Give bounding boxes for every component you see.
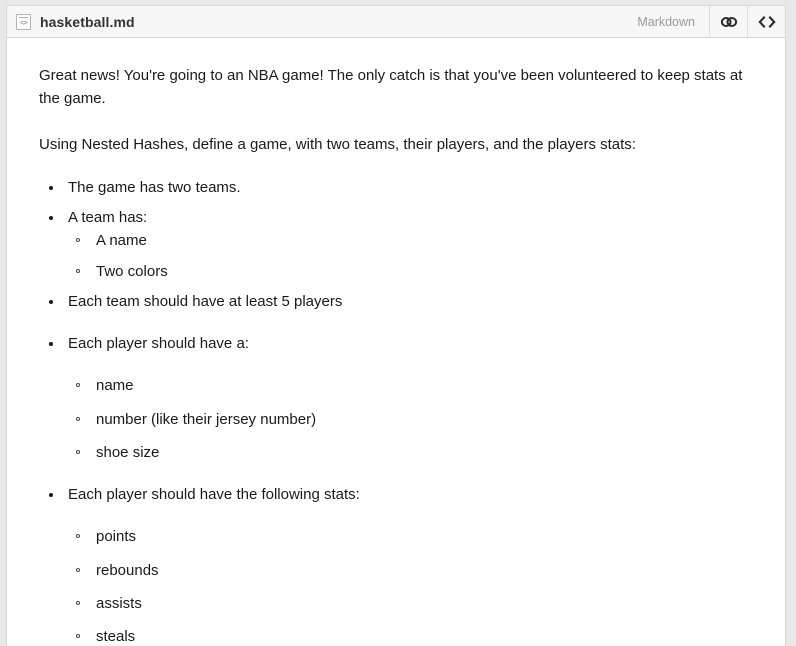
- list-item: steals: [68, 625, 753, 646]
- instruction-paragraph: Using Nested Hashes, define a game, with…: [39, 135, 636, 153]
- list-item: assists: [68, 592, 753, 615]
- file-header-actions: Markdown: [623, 6, 785, 37]
- file-header-bar: <> hasketball.md Markdown: [7, 6, 785, 38]
- list-item-label: Each player should have a:: [68, 332, 753, 355]
- intro-paragraph: Great news! You're going to an NBA game!…: [39, 67, 743, 108]
- list-item-label: assists: [96, 594, 142, 612]
- view-source-button[interactable]: [747, 6, 785, 37]
- code-file-icon-glyph: <>: [19, 19, 28, 27]
- code-file-icon: <>: [16, 13, 31, 30]
- link-icon: [720, 15, 738, 29]
- player-attributes-sublist: name number (like their jersey number) s…: [68, 374, 753, 464]
- list-item: Two colors: [68, 260, 753, 283]
- list-item-label: shoe size: [96, 443, 160, 461]
- list-item: Each team should have at least 5 players: [39, 290, 753, 313]
- list-item: number (like their jersey number): [68, 408, 753, 431]
- markdown-rendered-content: Great news! You're going to an NBA game!…: [7, 38, 785, 646]
- list-item-label: rebounds: [96, 561, 159, 579]
- player-stats-sublist: points rebounds assists steals blocks: [68, 525, 753, 646]
- list-item-label: name: [96, 377, 134, 395]
- list-item: A name: [68, 229, 753, 252]
- list-item: rebounds: [68, 559, 753, 582]
- list-item: name: [68, 374, 753, 397]
- file-format-label: Markdown: [637, 14, 695, 29]
- list-item: The game has two teams.: [39, 176, 753, 199]
- list-item: Each player should have a: name number (…: [39, 332, 753, 464]
- permalink-button[interactable]: [709, 6, 747, 37]
- list-item-label: Two colors: [96, 262, 168, 280]
- list-item-label: A name: [96, 232, 147, 250]
- list-item-label: steals: [96, 628, 136, 645]
- list-item: shoe size: [68, 441, 753, 464]
- list-item-label: The game has two teams.: [68, 176, 753, 199]
- list-item-label: A team has:: [68, 206, 753, 229]
- list-item-label: number (like their jersey number): [96, 410, 317, 428]
- markdown-file-panel: <> hasketball.md Markdown Great news! Yo…: [6, 5, 786, 646]
- list-item-label: Each team should have at least 5 players: [68, 290, 753, 313]
- requirements-list: The game has two teams. A team has: A na…: [39, 176, 753, 646]
- list-item: Each player should have the following st…: [39, 483, 753, 646]
- list-item-label: Each player should have the following st…: [68, 483, 753, 506]
- list-item: A team has: A name Two colors: [39, 206, 753, 283]
- file-header-left: <> hasketball.md: [7, 6, 623, 37]
- file-name-label: hasketball.md: [40, 13, 135, 30]
- code-brackets-icon: [757, 15, 776, 29]
- team-attributes-sublist: A name Two colors: [68, 229, 753, 283]
- list-item: points: [68, 525, 753, 548]
- list-item-label: points: [96, 528, 137, 546]
